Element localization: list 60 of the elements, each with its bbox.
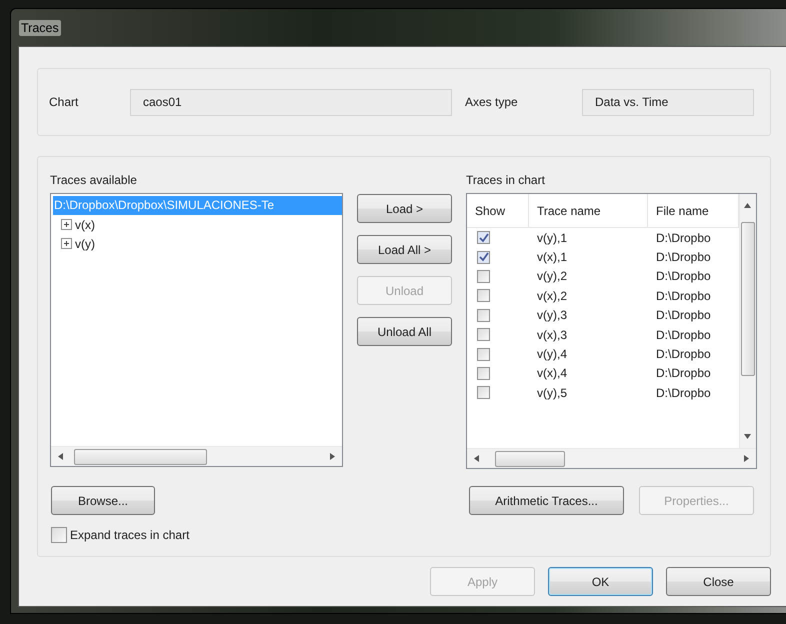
show-checkbox[interactable] [477,328,490,342]
scroll-up-icon[interactable] [744,202,751,209]
table-cell-text: v(y),2 [536,269,568,284]
tree-item[interactable]: v(x) [75,218,95,232]
show-checkbox[interactable] [477,348,490,361]
table-cell-text: D:\Dropbo [655,269,712,284]
table-cell-text: v(x),4 [536,366,568,380]
table-cell-text: D:\Dropbo [655,386,712,400]
transfer-button[interactable]: Load All > [357,235,452,264]
traces-list[interactable]: Show Trace name File name v(y),1 D:\Dropbo v(x),1 D:\Dropbo v(y),2 D:\Dropbo v(x),2 D:\Dropbo v(y),3 D:\Dropbo v(x),3 D:\Dropbo v(y),4 D:\Dropbo v(x),4 D:\Dropbo v(y),5 D:\Dropbo [466,193,757,469]
scroll-right-icon[interactable] [329,453,336,460]
scroll-left-icon[interactable] [57,453,64,460]
horizontal-scrollbar[interactable] [51,446,342,466]
axes-type-label: Axes type [465,95,519,109]
show-checkbox[interactable] [477,366,490,380]
column-header[interactable]: Trace name [529,194,648,227]
table-cell-text: D:\Dropbo [655,230,712,245]
horizontal-scrollbar[interactable] [467,448,756,468]
expand-icon[interactable] [61,219,72,230]
scroll-down-icon[interactable] [744,433,751,440]
show-checkbox[interactable] [477,308,490,322]
browse-button[interactable]: Browse... [51,486,155,515]
dialog-button[interactable]: OK [548,567,653,596]
table-cell-text: v(x),2 [536,288,568,303]
show-checkbox[interactable] [477,386,490,400]
traces-available-label: Traces available [50,173,138,187]
table-cell-text: v(y),4 [536,347,568,362]
table-cell-text: D:\Dropbo [655,288,712,303]
table-cell-text: v(x),3 [536,328,568,342]
show-checkbox[interactable] [477,270,490,283]
table-cell-text: D:\Dropbo [655,250,712,264]
chart-label: Chart [49,95,80,109]
show-checkbox[interactable] [477,289,490,302]
window-title: Traces [19,20,61,36]
vertical-scrollbar[interactable] [739,194,756,448]
arithmetic-traces-button[interactable]: Arithmetic Traces... [469,486,624,515]
chart-field[interactable]: caos01 [130,88,452,116]
column-header[interactable]: Show [467,194,529,227]
table-cell-text: v(y),5 [536,386,568,400]
expand-checkbox[interactable] [51,527,67,543]
scroll-right-icon[interactable] [743,455,750,462]
tree-item[interactable]: v(y) [75,236,95,250]
traces-in-chart-label: Traces in chart [466,173,546,187]
table-cell-text: v(y),3 [536,308,568,322]
table-cell-text: v(y),1 [536,230,568,245]
traces-tree[interactable]: D:\Dropbox\Dropbox\SIMULACIONES-Te v(x) v(y) [50,193,343,467]
transfer-button[interactable]: Load > [357,194,452,223]
table-cell-text: v(x),1 [536,250,568,264]
expand-traces-label: Expand traces in chart [70,528,190,542]
table-cell-text: D:\Dropbo [655,328,712,342]
expand-icon[interactable] [61,238,72,249]
transfer-button[interactable]: Unload All [357,317,452,346]
table-cell-text: D:\Dropbo [655,308,712,322]
scroll-left-icon[interactable] [473,455,480,462]
dialog-button[interactable]: Close [666,567,771,596]
axes-type-field[interactable]: Data vs. Time [582,88,754,116]
table-cell-text: D:\Dropbo [655,347,712,362]
table-cell-text: D:\Dropbo [655,366,712,380]
show-checkbox[interactable] [477,231,490,244]
show-checkbox[interactable] [477,250,490,264]
